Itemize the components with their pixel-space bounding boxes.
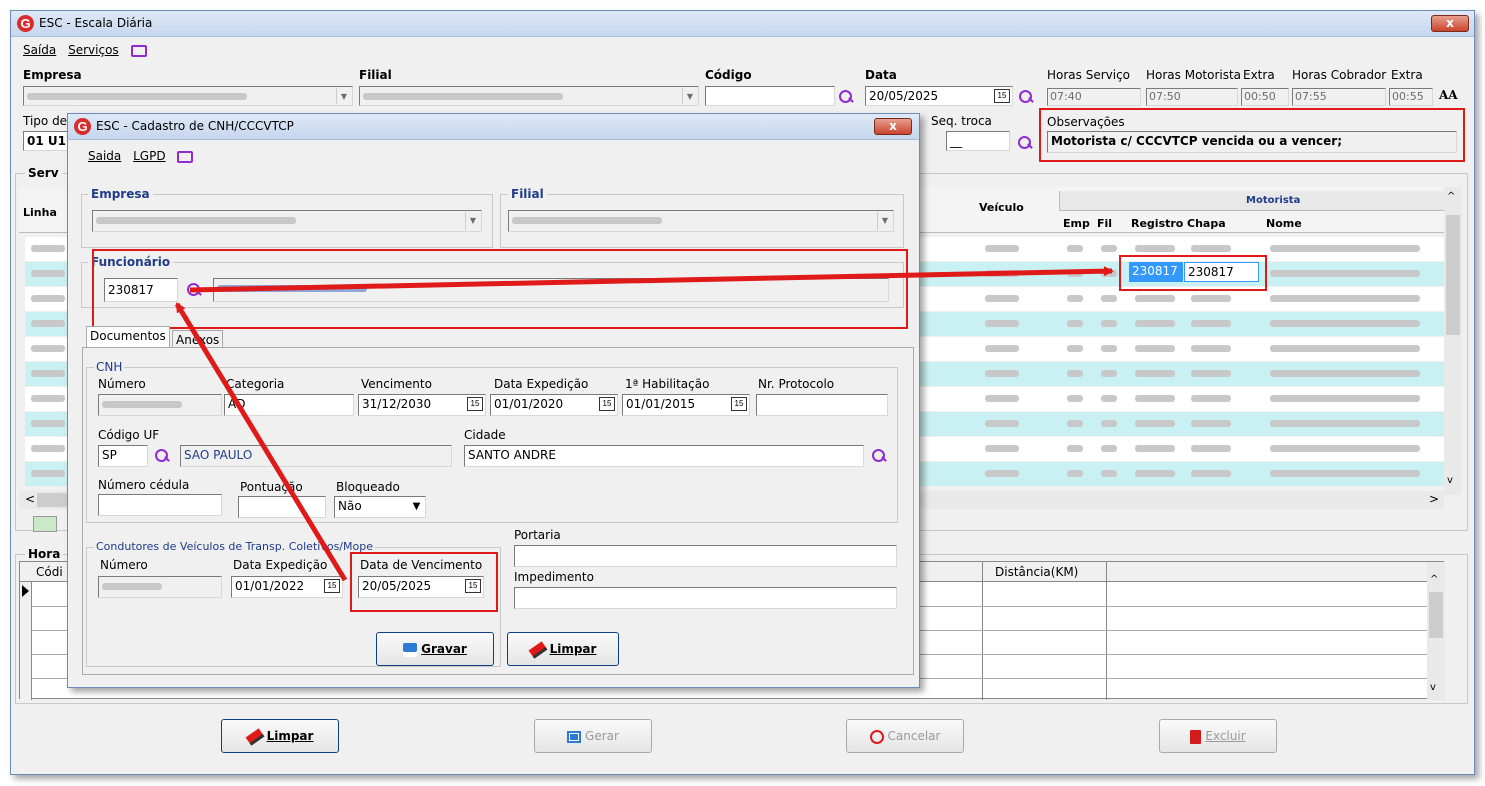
annotation-arrows [174,266,1114,582]
arrow-funcionario-to-registro [189,266,1114,293]
arrow-vencimento-to-funcionario [174,302,348,582]
